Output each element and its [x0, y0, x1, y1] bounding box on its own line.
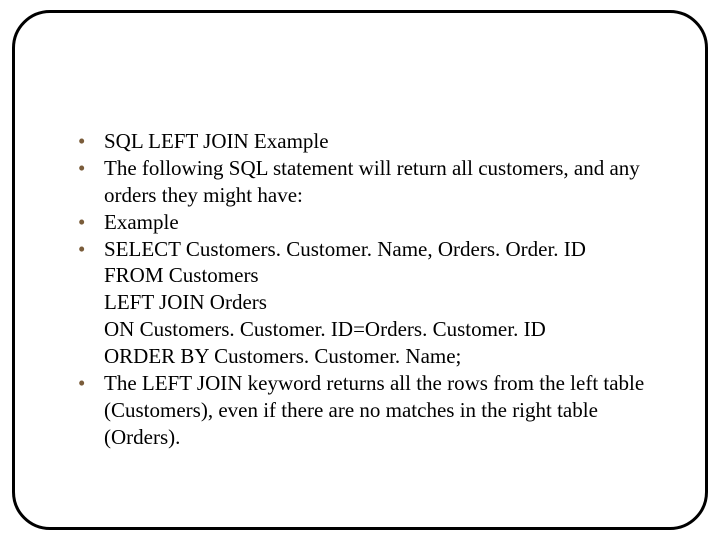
slide-content: SQL LEFT JOIN Example The following SQL … [78, 128, 672, 451]
sql-line: FROM Customers [104, 262, 672, 289]
sql-line: ORDER BY Customers. Customer. Name; [104, 343, 672, 370]
bullet-item: SELECT Customers. Customer. Name, Orders… [78, 236, 672, 370]
bullet-item: Example [78, 209, 672, 236]
bullet-item: The LEFT JOIN keyword returns all the ro… [78, 370, 672, 451]
sql-line: SELECT Customers. Customer. Name, Orders… [104, 236, 672, 263]
sql-line: ON Customers. Customer. ID=Orders. Custo… [104, 316, 672, 343]
sql-block: SELECT Customers. Customer. Name, Orders… [104, 236, 672, 370]
bullet-item: SQL LEFT JOIN Example [78, 128, 672, 155]
sql-line: LEFT JOIN Orders [104, 289, 672, 316]
slide: SQL LEFT JOIN Example The following SQL … [0, 0, 720, 540]
bullet-item: The following SQL statement will return … [78, 155, 672, 209]
bullet-list: SQL LEFT JOIN Example The following SQL … [78, 128, 672, 451]
